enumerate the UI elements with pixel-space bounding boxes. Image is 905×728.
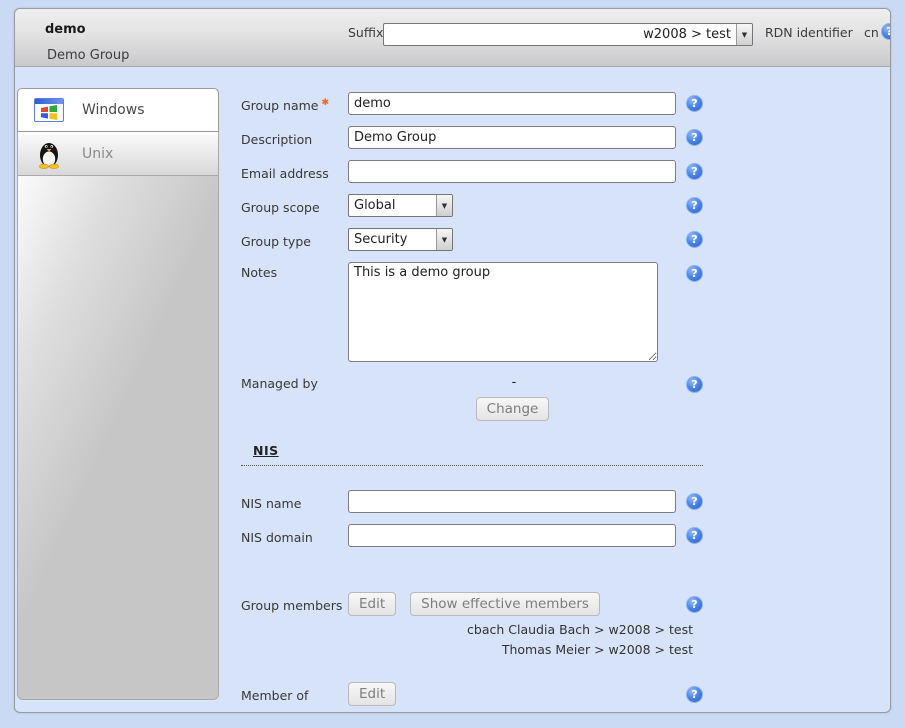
windows-logo-icon <box>34 98 64 122</box>
tab-unix-label: Unix <box>82 146 113 162</box>
tab-windows[interactable]: Windows <box>17 88 219 132</box>
group-scope-label: Group scope <box>241 197 348 215</box>
member-of-label: Member of <box>241 685 348 703</box>
tab-windows-label: Windows <box>82 102 145 118</box>
group-member-item: Thomas Meier > w2008 > test <box>241 640 693 660</box>
group-editor-window: demo Demo Group Suffix w2008 > test ▼ RD… <box>14 8 891 713</box>
group-scope-row: Group scope Global ▼ ? <box>241 194 703 217</box>
rdn-identifier-value: cn <box>864 25 879 40</box>
group-name-row: Group name✱ ? <box>241 92 703 115</box>
help-icon[interactable]: ? <box>686 95 703 112</box>
help-icon[interactable]: ? <box>686 197 703 214</box>
suffix-select[interactable]: w2008 > test ▼ <box>383 23 753 46</box>
help-icon[interactable]: ? <box>686 376 703 393</box>
email-row: Email address ? <box>241 160 703 183</box>
member-of-row: Member of Edit ? <box>241 682 703 706</box>
page-title: demo <box>45 22 86 37</box>
description-input[interactable] <box>348 126 676 149</box>
nis-section-header: NIS <box>241 443 703 466</box>
managed-by-label: Managed by <box>241 373 348 391</box>
nis-domain-row: NIS domain ? <box>241 524 703 547</box>
header-bar: demo Demo Group Suffix w2008 > test ▼ RD… <box>15 9 890 67</box>
notes-row: Notes This is a demo group ? <box>241 262 703 362</box>
sidebar-panel <box>17 176 219 700</box>
description-label: Description <box>241 129 348 147</box>
help-icon[interactable]: ? <box>686 596 703 613</box>
required-icon: ✱ <box>321 98 329 108</box>
group-members-list: cbach Claudia Bach > w2008 > test Thomas… <box>241 620 693 660</box>
group-scope-value: Global <box>349 195 436 216</box>
managed-by-value: - <box>509 373 517 397</box>
group-member-item: cbach Claudia Bach > w2008 > test <box>241 620 693 640</box>
group-type-row: Group type Security ▼ ? <box>241 228 703 251</box>
suffix-label: Suffix <box>348 25 383 40</box>
nis-domain-label: NIS domain <box>241 527 348 545</box>
nis-domain-input[interactable] <box>348 524 676 547</box>
email-label: Email address <box>241 163 348 181</box>
chevron-down-icon[interactable]: ▼ <box>736 24 752 45</box>
group-members-row: Group members Edit Show effective member… <box>241 592 703 616</box>
group-scope-select[interactable]: Global ▼ <box>348 194 453 217</box>
nis-name-row: NIS name ? <box>241 490 703 513</box>
help-icon[interactable]: ? <box>686 265 703 282</box>
description-row: Description ? <box>241 126 703 149</box>
help-icon[interactable]: ? <box>686 231 703 248</box>
help-icon[interactable]: ? <box>686 493 703 510</box>
help-icon[interactable]: ? <box>686 686 703 703</box>
nis-section-title: NIS <box>253 443 279 458</box>
group-name-label: Group name✱ <box>241 95 348 113</box>
help-icon[interactable]: ? <box>686 163 703 180</box>
group-members-label: Group members <box>241 595 348 613</box>
tab-unix[interactable]: Unix <box>17 132 219 176</box>
group-type-select[interactable]: Security ▼ <box>348 228 453 251</box>
notes-label: Notes <box>241 262 348 280</box>
email-input[interactable] <box>348 160 676 183</box>
help-icon[interactable]: ? <box>881 23 891 40</box>
show-effective-members-button[interactable]: Show effective members <box>410 592 600 616</box>
group-members-edit-button[interactable]: Edit <box>348 592 396 616</box>
nis-name-input[interactable] <box>348 490 676 513</box>
chevron-down-icon[interactable]: ▼ <box>436 229 452 250</box>
managed-by-row: Managed by - Change ? <box>241 373 703 421</box>
content-area: Windows Unix <box>15 68 890 712</box>
change-button[interactable]: Change <box>476 397 550 421</box>
page-subtitle: Demo Group <box>47 48 129 63</box>
group-type-value: Security <box>349 229 436 250</box>
chevron-down-icon[interactable]: ▼ <box>436 195 452 216</box>
suffix-select-value: w2008 > test <box>384 24 736 45</box>
group-name-input[interactable] <box>348 92 676 115</box>
group-form: Group name✱ ? Description ? Email addres… <box>241 92 703 713</box>
help-icon[interactable]: ? <box>686 527 703 544</box>
sidebar: Windows Unix <box>17 88 219 700</box>
group-type-label: Group type <box>241 231 348 249</box>
nis-name-label: NIS name <box>241 493 348 511</box>
rdn-identifier-label: RDN identifier <box>765 25 853 40</box>
help-icon[interactable]: ? <box>686 129 703 146</box>
tux-penguin-icon <box>34 139 64 169</box>
notes-textarea[interactable]: This is a demo group <box>348 262 658 362</box>
member-of-edit-button[interactable]: Edit <box>348 682 396 706</box>
